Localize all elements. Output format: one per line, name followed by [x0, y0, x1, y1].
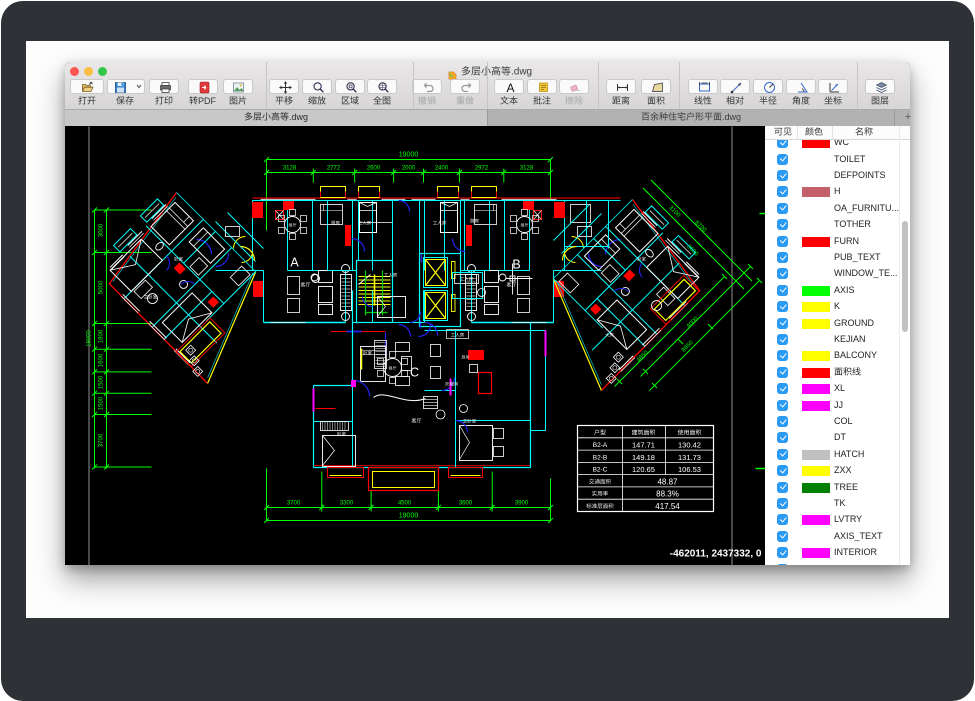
svg-text:3900: 3900	[515, 501, 529, 507]
svg-text:3700: 3700	[99, 433, 105, 447]
svg-text:B: B	[512, 258, 520, 272]
svg-text:417.54: 417.54	[655, 502, 680, 511]
svg-text:2600: 2600	[367, 166, 381, 172]
svg-text:1800: 1800	[99, 329, 105, 343]
svg-text:4850: 4850	[636, 349, 650, 363]
svg-text:6700: 6700	[693, 220, 707, 234]
svg-text:.dwg: .dwg	[511, 67, 532, 78]
svg-text:.dwg: .dwg	[289, 112, 308, 122]
svg-text:149.18: 149.18	[632, 453, 655, 462]
svg-text:147.71: 147.71	[632, 441, 655, 450]
svg-text:131.73: 131.73	[678, 453, 701, 462]
svg-text:B2-B: B2-B	[593, 455, 607, 462]
svg-text:18000: 18000	[87, 329, 93, 346]
svg-text:130.42: 130.42	[678, 441, 701, 450]
svg-text:B2-C: B2-C	[593, 467, 608, 474]
svg-text:2000: 2000	[402, 166, 416, 172]
svg-text:2400: 2400	[435, 166, 449, 172]
svg-text:.dwg: .dwg	[722, 112, 741, 122]
svg-text:48.87: 48.87	[657, 478, 678, 487]
svg-text:2972: 2972	[475, 166, 489, 172]
svg-text:1500: 1500	[99, 375, 105, 389]
svg-text:19000: 19000	[399, 513, 419, 520]
svg-text:3100: 3100	[667, 205, 681, 219]
svg-text:3700: 3700	[287, 501, 301, 507]
svg-text:A: A	[290, 256, 299, 270]
svg-text:106.53: 106.53	[678, 465, 701, 474]
svg-text:3128: 3128	[520, 166, 534, 172]
svg-text:4500: 4500	[398, 501, 412, 507]
svg-text:B2-A: B2-A	[593, 442, 608, 449]
svg-text:3300: 3300	[340, 501, 354, 507]
svg-text:3600: 3600	[459, 501, 473, 507]
svg-text:3000: 3000	[99, 223, 105, 237]
svg-text:3128: 3128	[283, 166, 297, 172]
svg-text:C: C	[410, 366, 419, 380]
svg-text:19000: 19000	[399, 152, 419, 159]
svg-text:1600: 1600	[99, 353, 105, 367]
svg-text:2772: 2772	[327, 166, 341, 172]
svg-text:88.3%: 88.3%	[656, 490, 679, 499]
svg-text:-462011, 2437332, 0: -462011, 2437332, 0	[670, 549, 762, 560]
svg-text:120.65: 120.65	[632, 465, 655, 474]
svg-text:4000: 4000	[686, 315, 700, 329]
svg-text:A: A	[506, 81, 514, 94]
svg-text:5000: 5000	[99, 280, 105, 294]
svg-text:PDF: PDF	[198, 96, 217, 106]
svg-text:1500: 1500	[99, 396, 105, 410]
